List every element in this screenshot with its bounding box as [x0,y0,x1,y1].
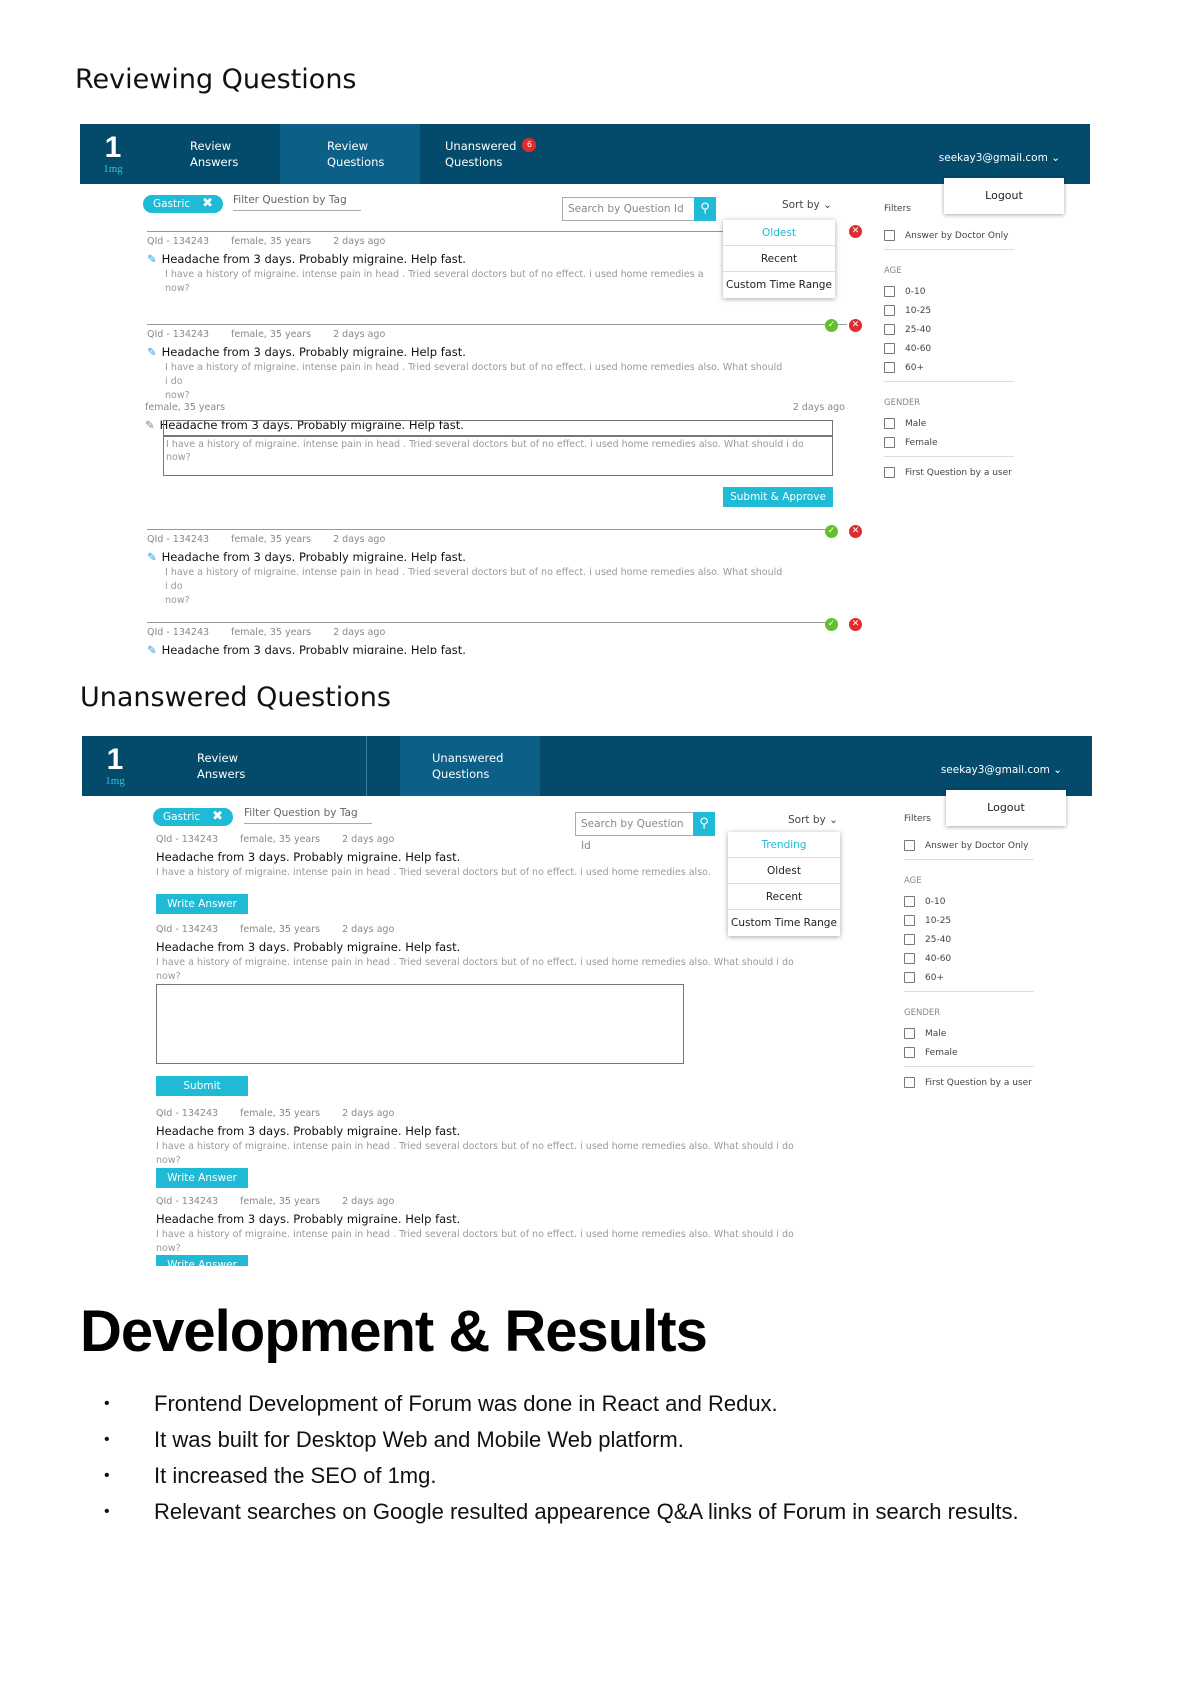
write-answer-button[interactable]: Write Answer [156,894,248,914]
approve-icon[interactable]: ✓ [825,525,838,538]
sort-option-oldest[interactable]: Oldest [723,220,835,246]
close-icon[interactable]: ✖ [212,809,223,824]
unanswered-count-badge: 6 [522,138,537,152]
submit-button[interactable]: Submit [156,1076,248,1096]
list-item: It increased the SEO of 1mg. [104,1458,1164,1494]
approve-icon[interactable]: ✓ [825,319,838,332]
search-icon[interactable]: ⚲ [693,812,715,836]
dev-results-heading: Development & Results [80,1299,708,1364]
reject-icon[interactable]: ✕ [849,525,862,538]
filter-age-25-40[interactable]: 25-40 [884,320,1014,339]
search-icon[interactable]: ⚲ [694,197,716,221]
filter-age-10-25[interactable]: 10-25 [884,301,1014,320]
reject-icon[interactable]: ✕ [849,225,862,238]
logout-button[interactable]: Logout [944,178,1064,214]
question-item: QId - 134243 female, 35 years 2 days ago ✎… [147,231,787,296]
answer-textarea[interactable] [156,984,684,1064]
edit-icon[interactable]: ✎ [147,643,157,654]
sort-by-select[interactable]: Sort by ⌄ [782,199,832,211]
tab-unanswered-questions[interactable]: Unanswered Questions [400,736,540,796]
filter-gender-female[interactable]: Female [904,1043,1034,1062]
search-input[interactable]: Search by Question Id [562,197,696,221]
tab-review-answers[interactable]: Review Answers [177,736,367,796]
filter-first-question[interactable]: First Question by a user [904,1073,1034,1092]
top-nav: 1 1mg Review Answers Review Questions Unan… [80,124,1090,184]
brand-logo[interactable]: 1 1mg [100,745,130,787]
reject-icon[interactable]: ✕ [849,618,862,631]
tag-chip-gastric[interactable]: Gastric ✖ [143,195,224,213]
sort-option-custom[interactable]: Custom Time Range [723,272,835,298]
top-nav: 1 1mg ReviewAnswers Review6 Questions Un… [82,736,1092,796]
list-item: Relevant searches on Google resulted app… [104,1494,1164,1530]
sort-by-select[interactable]: Sort by ⌄ [788,814,838,826]
brand-logo[interactable]: 1 1mg [98,133,128,175]
edit-icon[interactable]: ✎ [147,252,157,266]
section-heading-unanswered: Unanswered Questions [80,682,391,713]
section-heading-reviewing: Reviewing Questions [75,64,357,95]
question-title-edit-field[interactable] [163,420,833,436]
list-item: Frontend Development of Forum was done i… [104,1386,1164,1422]
edit-icon[interactable]: ✎ [147,345,157,359]
results-list: Frontend Development of Forum was done i… [104,1386,1164,1530]
sort-dropdown: Trending Oldest Recent Custom Time Range [728,832,840,936]
filter-first-question[interactable]: First Question by a user [884,463,1014,482]
filter-age-0-10[interactable]: 0-10 [884,282,1014,301]
submit-approve-button[interactable]: Submit & Approve [723,487,833,507]
tag-chip-gastric[interactable]: Gastric ✖ [153,808,234,826]
filter-age-10-25[interactable]: 10-25 [904,911,1034,930]
sort-option-trending[interactable]: Trending [728,832,840,858]
unanswered-questions-mockup: 1 1mg ReviewAnswers Review6 Questions Un… [82,736,1092,1266]
filter-age-40-60[interactable]: 40-60 [904,949,1034,968]
review-questions-mockup: 1 1mg Review Answers Review Questions Unan… [80,124,1090,654]
filter-gender-male[interactable]: Male [904,1024,1034,1043]
reject-icon[interactable]: ✕ [849,319,862,332]
unanswered-question-item: QId - 134243 female, 35 years 2 days ago H… [156,924,794,982]
tab-review-questions[interactable]: Review Questions [280,124,420,184]
filter-age-60-plus[interactable]: 60+ [904,968,1034,987]
edit-icon[interactable]: ✎ [147,550,157,564]
filter-gender-male[interactable]: Male [884,414,1014,433]
filters-panel: Filters Answer by Doctor Only AGE 0-10 1… [904,814,1034,1092]
question-item: QId - 134243 female, 35 years 2 days ago ✎… [147,622,827,654]
unanswered-question-item: QId - 134243 female, 35 years 2 days ago H… [156,834,711,878]
filters-panel: Filters Answer by Doctor Only AGE 0-10 1… [884,204,1014,482]
search-input[interactable]: Search by Question Id [575,812,695,852]
sort-option-oldest[interactable]: Oldest [728,858,840,884]
filter-age-25-40[interactable]: 25-40 [904,930,1034,949]
question-item: QId - 134243 female, 35 years 2 days ago ✎… [147,324,847,403]
unanswered-question-item: QId - 134243 female, 35 years 2 days ago H… [156,1108,794,1166]
sort-option-custom[interactable]: Custom Time Range [728,910,840,936]
sort-dropdown: Oldest Recent Custom Time Range [723,220,835,298]
tab-label: Questions [432,767,490,781]
user-menu[interactable]: seekay3@gmail.com ⌄ [939,152,1060,164]
edit-icon[interactable]: ✎ [145,418,155,432]
write-answer-button[interactable]: Write Answer [156,1255,248,1266]
user-menu[interactable]: seekay3@gmail.com ⌄ [941,764,1062,776]
tab-label: Unanswered [432,751,504,765]
write-answer-button[interactable]: Write Answer [156,1168,248,1188]
chevron-down-icon: ⌄ [1051,152,1060,164]
filter-doctor-only[interactable]: Answer by Doctor Only [884,226,1014,245]
unanswered-question-item: QId - 134243 female, 35 years 2 days ago H… [156,1196,794,1254]
filter-age-40-60[interactable]: 40-60 [884,339,1014,358]
filter-doctor-only[interactable]: Answer by Doctor Only [904,836,1034,855]
sort-option-recent[interactable]: Recent [728,884,840,910]
logout-button[interactable]: Logout [946,790,1066,826]
filter-age-0-10[interactable]: 0-10 [904,892,1034,911]
question-item: QId - 134243 female, 35 years 2 days ago ✎… [147,529,827,608]
filter-age-60-plus[interactable]: 60+ [884,358,1014,377]
approve-icon[interactable]: ✓ [825,618,838,631]
sort-option-recent[interactable]: Recent [723,246,835,272]
list-item: It was built for Desktop Web and Mobile … [104,1422,1164,1458]
filter-gender-female[interactable]: Female [884,433,1014,452]
question-body-edit-field[interactable]: I have a history of migraine. intense pa… [163,436,833,476]
tab-unanswered-questions[interactable]: Unanswered 6 Questions [425,124,565,184]
filter-tag-input[interactable]: Filter Question by Tag [244,807,372,824]
close-icon[interactable]: ✖ [202,196,213,211]
filter-tag-input[interactable]: Filter Question by Tag [233,194,361,211]
